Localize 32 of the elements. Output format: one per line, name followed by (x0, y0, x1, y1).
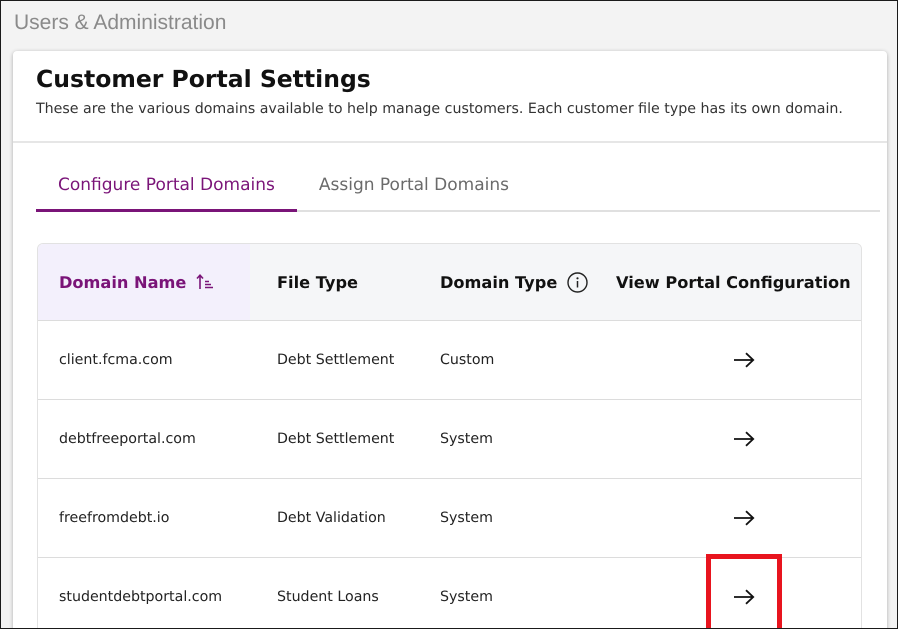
domain-type-cell: Custom (440, 352, 494, 368)
arrow-right-icon (732, 431, 754, 447)
view-configuration-button[interactable] (732, 589, 754, 605)
info-icon[interactable] (567, 272, 588, 292)
view-configuration-button[interactable] (732, 510, 754, 526)
domain-name-cell: studentdebtportal.com (59, 589, 222, 605)
tab[interactable]: Assign Portal Domains (296, 161, 531, 212)
arrow-right-icon (732, 510, 754, 526)
file-type-cell: Debt Settlement (277, 352, 394, 368)
arrow-right-icon (732, 352, 754, 368)
column-header: Domain Type (440, 272, 558, 292)
column-header: Domain Name (59, 272, 186, 292)
domain-name-cell: debtfreeportal.com (59, 431, 196, 447)
file-type-cell: Debt Settlement (277, 431, 394, 447)
file-type-cell: Debt Validation (277, 510, 386, 526)
column-header: File Type (277, 272, 358, 292)
sorted-column-header[interactable]: Domain Name (38, 244, 250, 320)
domain-type-cell: System (440, 589, 493, 605)
page-title: Customer Portal Settings (36, 64, 371, 95)
file-type-cell: Student Loans (277, 589, 379, 605)
page-description: These are the various domains available to help manage customers. Each customer file type has its own domain. (36, 100, 843, 119)
view-configuration-button[interactable] (732, 431, 754, 447)
breadcrumb-title: Users & Administration (13, 10, 226, 36)
tab[interactable]: Configure Portal Domains (36, 161, 297, 212)
domain-name-cell: client.fcma.com (59, 352, 173, 368)
arrow-right-icon (732, 589, 754, 605)
sort-ascending-icon (196, 274, 214, 290)
view-configuration-button[interactable] (732, 352, 754, 368)
domain-type-cell: System (440, 431, 493, 447)
domain-type-cell: System (440, 510, 493, 526)
column-header: View Portal Configuration (616, 272, 851, 292)
domain-name-cell: freefromdebt.io (59, 510, 170, 526)
